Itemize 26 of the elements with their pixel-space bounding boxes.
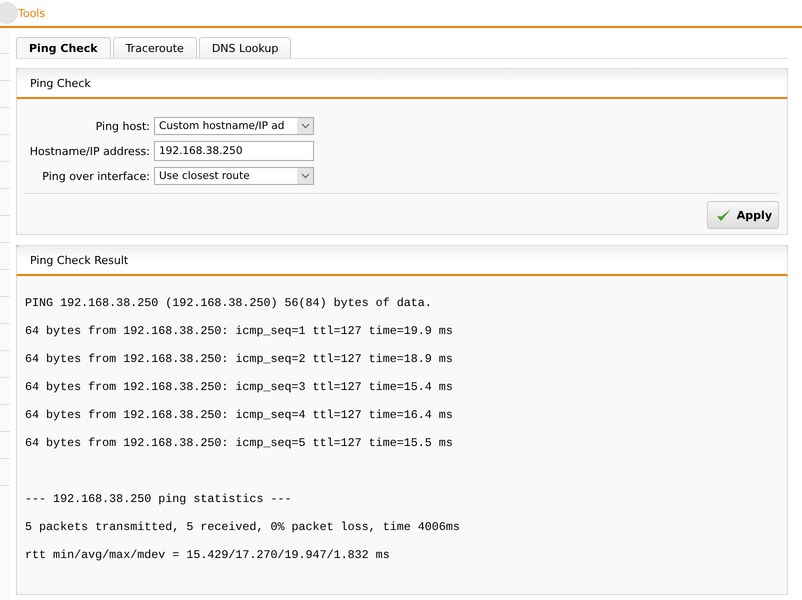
chevron-down-icon <box>300 123 310 129</box>
tab[interactable]: Ping Check <box>16 37 111 58</box>
output-line: 64 bytes from 192.168.38.250: icmp_seq=4 ttl=127 time=16.4 ms <box>25 407 454 424</box>
apply-button[interactable]: Apply <box>706 201 779 229</box>
dropdown[interactable]: Custom hostname/IP ad <box>154 117 314 135</box>
output-line: 64 bytes from 192.168.38.250: icmp_seq=1 ttl=127 time=19.9 ms <box>25 323 454 340</box>
tab[interactable]: DNS Lookup <box>198 37 292 58</box>
field-label: Hostname/IP address: <box>28 144 150 158</box>
output-line: PING 192.168.38.250 (192.168.38.250) 56(84) bytes of data. <box>25 295 433 312</box>
output-line: rtt min/avg/max/mdev = 15.429/17.270/19.947/1.832 ms <box>25 547 391 564</box>
output-line: 64 bytes from 192.168.38.250: icmp_seq=2 ttl=127 time=18.9 ms <box>25 351 454 368</box>
tab[interactable]: Traceroute <box>112 37 197 58</box>
output-line: --- 192.168.38.250 ping statistics --- <box>25 491 293 508</box>
output-line: 64 bytes from 192.168.38.250: icmp_seq=5 ttl=127 time=15.5 ms <box>25 435 454 452</box>
output-line: 64 bytes from 192.168.38.250: icmp_seq=3 ttl=127 time=15.4 ms <box>25 379 454 396</box>
collapse-knob[interactable] <box>0 2 18 24</box>
field-label: Ping over interface: <box>41 170 150 182</box>
panel-title: Ping Check <box>30 76 91 90</box>
chevron-down-icon <box>300 173 310 179</box>
section-title: Tools <box>18 6 46 20</box>
input-field[interactable]: 192.168.38.250 <box>154 141 314 161</box>
output-line: 5 packets transmitted, 5 received, 0% packet loss, time 4006ms <box>25 519 461 536</box>
checkmark-icon <box>716 208 732 222</box>
panel-title: Ping Check Result <box>30 254 128 266</box>
field-label: Ping host: <box>94 120 150 132</box>
dropdown[interactable]: Use closest route <box>154 167 314 185</box>
